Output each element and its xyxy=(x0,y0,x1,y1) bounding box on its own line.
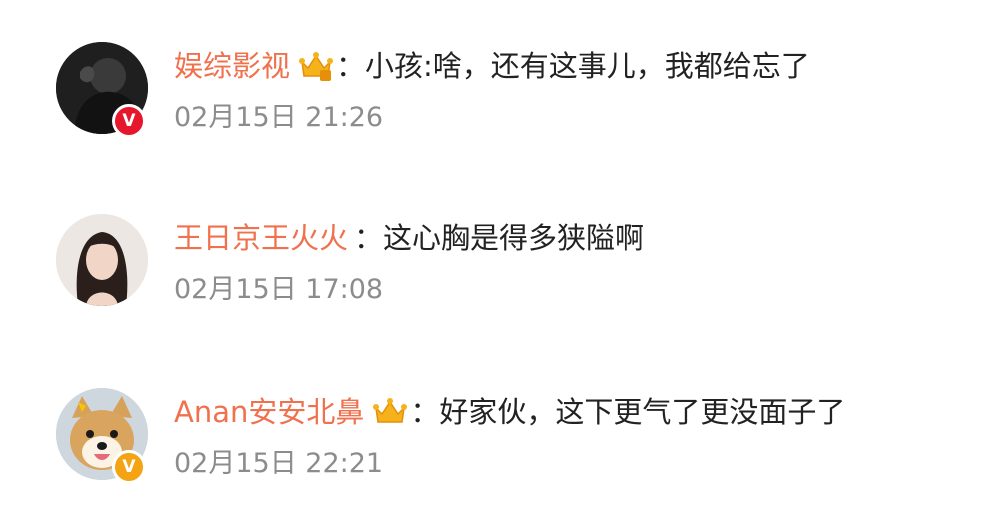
comment-line: 娱综影视 ： 小孩:啥，还有这事儿，我都给忘了 xyxy=(174,46,810,86)
comment-item: 王日京王火火 ： 这心胸是得多狭隘啊 02月15日 17:08 xyxy=(56,214,986,334)
username-link[interactable]: 娱综影视 xyxy=(174,46,290,86)
avatar[interactable] xyxy=(56,214,148,306)
comment-list: V 娱综影视 ： 小孩:啥，还有这事儿，我都给忘了 02月15日 21:26 王… xyxy=(0,0,1000,514)
verified-badge-icon: V xyxy=(112,104,146,138)
comment-line: Anan安安北鼻 ： 好家伙，这下更气了更没面子了 xyxy=(174,392,845,432)
comment-text: 小孩:啥，还有这事儿，我都给忘了 xyxy=(365,49,810,83)
username-link[interactable]: Anan安安北鼻 xyxy=(174,392,364,432)
separator: ： xyxy=(336,49,366,83)
separator: ： xyxy=(354,221,384,255)
comment-line: 王日京王火火 ： 这心胸是得多狭隘啊 xyxy=(174,218,644,258)
comment-item: V 娱综影视 ： 小孩:啥，还有这事儿，我都给忘了 02月15日 21:26 xyxy=(56,42,986,162)
woman-portrait-avatar-icon xyxy=(56,214,148,306)
comment-item: V Anan安安北鼻 ： 好家伙，这下更气了更没面子了 02月15日 22:21 xyxy=(56,388,986,508)
verified-badge-icon: V xyxy=(112,450,146,484)
separator: ： xyxy=(410,395,440,429)
username-link[interactable]: 王日京王火火 xyxy=(174,218,348,258)
timestamp: 02月15日 17:08 xyxy=(174,274,384,305)
comment-text: 好家伙，这下更气了更没面子了 xyxy=(439,395,846,429)
timestamp: 02月15日 22:21 xyxy=(174,448,384,479)
comment-text: 这心胸是得多狭隘啊 xyxy=(383,221,645,255)
crown-icon[interactable] xyxy=(298,48,334,84)
crown-icon[interactable] xyxy=(372,394,408,430)
timestamp: 02月15日 21:26 xyxy=(174,102,384,133)
